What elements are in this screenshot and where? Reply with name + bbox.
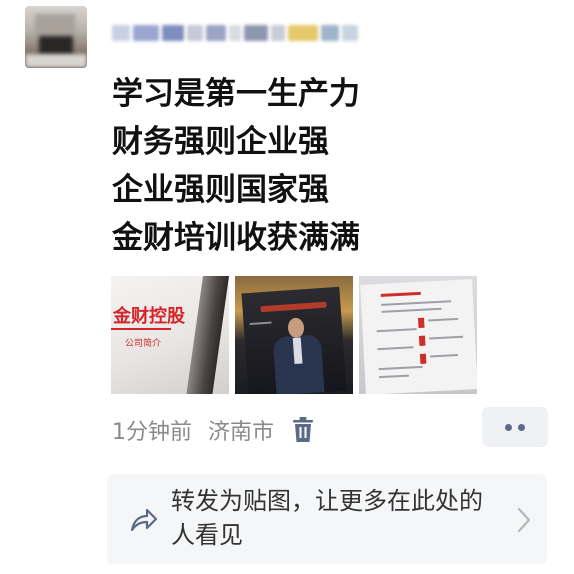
post-text-line: 企业强则国家强 <box>112 172 329 208</box>
photo-brand-text: 金财控股 <box>113 306 185 327</box>
chevron-right-icon <box>517 507 531 533</box>
post-time: 1分钟前 <box>112 420 192 445</box>
photo-thumbnail-book[interactable] <box>235 276 353 394</box>
share-text: 转发为贴图，让更多在此处的人看见 <box>171 487 483 549</box>
photo-thumbnail-document[interactable] <box>359 276 477 394</box>
post-text: 学习是第一生产力 财务强则企业强 企业强则国家强 金财培训收获满满 <box>112 70 532 262</box>
blurred-username[interactable] <box>112 16 392 50</box>
share-arrow-icon <box>129 505 159 535</box>
post-text-line: 财务强则企业强 <box>112 124 329 160</box>
photo-sub-text: 公司简介 <box>125 339 162 349</box>
photo-grid: 金财控股 公司简介 <box>111 276 477 394</box>
post-text-line: 学习是第一生产力 <box>112 76 360 112</box>
photo-thumbnail-brochure[interactable]: 金财控股 公司简介 <box>111 276 229 394</box>
trash-icon[interactable] <box>292 417 314 443</box>
more-button[interactable] <box>482 407 548 447</box>
share-as-sticker-banner[interactable]: 转发为贴图，让更多在此处的人看见 <box>107 474 547 564</box>
post-location[interactable]: 济南市 <box>208 414 274 446</box>
avatar[interactable] <box>25 6 87 68</box>
moments-post: 学习是第一生产力 财务强则企业强 企业强则国家强 金财培训收获满满 金财控股 公… <box>0 0 574 574</box>
post-text-line: 金财培训收获满满 <box>112 220 360 256</box>
more-dots-icon <box>505 423 512 431</box>
post-meta: 1分钟前 济南市 <box>112 412 314 448</box>
